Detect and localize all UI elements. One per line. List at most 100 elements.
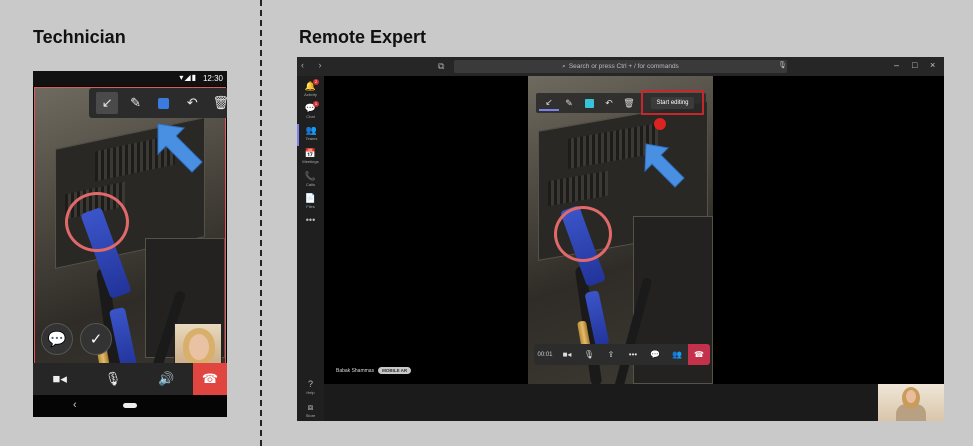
home-indicator[interactable] (123, 403, 137, 408)
check-icon: ✓ (89, 331, 103, 348)
technician-phone: ▾◢▮ 12:30 ↙ ✎ ↶ 🗑 💬 ✓ ■◂ 🎙 🔊 ☎ ‹ (33, 71, 227, 417)
rail-item-calls[interactable]: 📞 Calls (297, 170, 324, 192)
undo-button[interactable]: ↶ (599, 95, 619, 111)
mic-button[interactable]: 🎙 (86, 363, 139, 395)
color-swatch-icon (158, 97, 170, 109)
undo-button[interactable]: ↶ (181, 92, 203, 114)
rail-item-chat[interactable]: 💬 Chat 1 (297, 101, 324, 124)
shrink-icon: ↙ (545, 96, 553, 107)
device-badge: MOBILE AR (378, 367, 412, 374)
back-icon[interactable]: ‹ (73, 399, 77, 411)
pen-button[interactable]: ✎ (125, 92, 147, 114)
minimize-button[interactable]: – (894, 60, 899, 70)
start-editing-highlight: Start editing (641, 90, 704, 115)
rail-item-meetings[interactable]: 📅 Meetings (297, 147, 324, 169)
app-rail: 🔔 Activity 2 💬 Chat 1 👥 Teams 📅 Meetings 📞 Calls 📄 Fi… (297, 76, 324, 421)
call-stage: ↙ ✎ ↶ 🗑 Start editing 00:01 ■◂ 🎙 ⇪ ••• 💬 👥 … (324, 76, 944, 384)
participant-name: Babak Shammas (336, 367, 375, 374)
pen-icon: ✎ (130, 95, 142, 110)
undo-icon: ↶ (605, 97, 613, 108)
status-time: 12:30 (202, 74, 223, 83)
chat-icon: 💬 (304, 103, 317, 113)
rail-item-label: Help (306, 390, 315, 395)
share-button[interactable]: ⇪ (600, 350, 622, 359)
pen-button[interactable]: ✎ (559, 95, 579, 111)
close-button[interactable]: × (930, 60, 935, 70)
dictate-icon[interactable]: 🎙 (778, 61, 787, 69)
rail-item-label: Calls (306, 182, 315, 187)
phone-annotation-toolbar: ↙ ✎ ↶ 🗑 (89, 88, 227, 118)
chat-button[interactable]: 💬 (644, 350, 666, 359)
rail-item-label: Teams (305, 136, 318, 141)
trash-button[interactable]: 🗑 (210, 92, 227, 114)
color-swatch-icon (584, 98, 594, 108)
shrink-button[interactable]: ↙ (539, 95, 559, 111)
maximize-button[interactable]: □ (912, 60, 917, 70)
video-button[interactable]: ■◂ (556, 350, 578, 359)
hangup-icon: ☎ (201, 371, 219, 386)
teams-window: ‹ › ⧉ ⌕ Search or press Ctrl + / for comm… (297, 57, 944, 421)
new-window-icon[interactable]: ⧉ (438, 61, 444, 72)
done-button[interactable]: ✓ (80, 323, 112, 355)
call-timer: 00:01 (537, 351, 553, 358)
self-view-video[interactable] (878, 384, 944, 421)
hangup-button[interactable]: ☎ (688, 344, 710, 365)
calls-icon: 📞 (304, 171, 317, 181)
participant-label: Babak Shammas MOBILE AR (336, 367, 412, 374)
activity-icon: 🔔 (304, 81, 317, 91)
call-controls: 00:01 ■◂ 🎙 ⇪ ••• 💬 👥 ☎ (534, 344, 710, 365)
color-swatch-button[interactable] (579, 95, 599, 111)
more-icon: ••• (628, 350, 638, 359)
trash-icon: 🗑 (623, 97, 635, 108)
rail-item-files[interactable]: 📄 Files (297, 192, 324, 214)
status-icons: ▾◢▮ (179, 73, 197, 82)
hangup-button[interactable]: ☎ (192, 363, 227, 395)
speaker-icon: 🔊 (158, 371, 175, 386)
mic-button[interactable]: 🎙 (578, 350, 600, 359)
video-icon: ■◂ (562, 350, 572, 359)
meetings-icon: 📅 (304, 148, 317, 158)
files-icon: 📄 (304, 193, 317, 203)
arrow-annotation (644, 143, 685, 188)
rail-item-teams[interactable]: 👥 Teams (297, 124, 324, 146)
nav-arrows-icon[interactable]: ‹ › (301, 60, 328, 70)
trash-icon: 🗑 (212, 95, 227, 110)
start-editing-button[interactable]: Start editing (651, 96, 694, 109)
rail-item-help[interactable]: ? Help (297, 378, 324, 400)
rail-item-more[interactable]: ••• (297, 214, 324, 236)
hangup-icon: ☎ (694, 350, 704, 359)
more-button[interactable]: ••• (622, 350, 644, 359)
undo-icon: ↶ (186, 95, 198, 110)
shrink-icon: ↙ (101, 95, 113, 110)
search-input[interactable]: ⌕ Search or press Ctrl + / for commands (454, 60, 787, 73)
share-icon: ⇪ (607, 350, 615, 359)
status-bar: ▾◢▮ 12:30 (33, 71, 227, 86)
phone-call-bar: ■◂ 🎙 🔊 ☎ (33, 363, 227, 395)
chat-button[interactable]: 💬 (41, 323, 73, 355)
arrow-annotation (157, 123, 203, 173)
notification-badge: 1 (313, 101, 319, 107)
store-icon: ⧈ (307, 402, 314, 412)
color-swatch-button[interactable] (153, 92, 175, 114)
trash-button[interactable]: 🗑 (619, 95, 639, 111)
rail-item-label: Meetings (302, 159, 319, 164)
speaker-button[interactable]: 🔊 (140, 363, 193, 395)
remote-expert-heading: Remote Expert (299, 27, 427, 47)
search-placeholder: Search or press Ctrl + / for commands (568, 63, 679, 70)
search-icon: ⌕ (562, 63, 566, 70)
rail-item-label: Chat (306, 114, 315, 119)
video-button[interactable]: ■◂ (33, 363, 86, 395)
more-icon: ••• (305, 215, 316, 225)
help-icon: ? (307, 379, 313, 389)
rail-item-label: Store (305, 413, 316, 418)
rail-item-label: Activity (304, 92, 317, 97)
shrink-button[interactable]: ↙ (96, 92, 119, 114)
bottom-strip (324, 384, 944, 421)
circle-annotation (554, 206, 612, 262)
shared-video[interactable]: ↙ ✎ ↶ 🗑 Start editing 00:01 ■◂ 🎙 ⇪ ••• 💬 👥 … (528, 76, 713, 384)
rail-item-store[interactable]: ⧈ Store (297, 401, 324, 421)
section-divider (260, 0, 262, 446)
rail-item-activity[interactable]: 🔔 Activity 2 (297, 79, 324, 102)
circle-annotation (65, 192, 129, 252)
participants-button[interactable]: 👥 (666, 350, 688, 359)
